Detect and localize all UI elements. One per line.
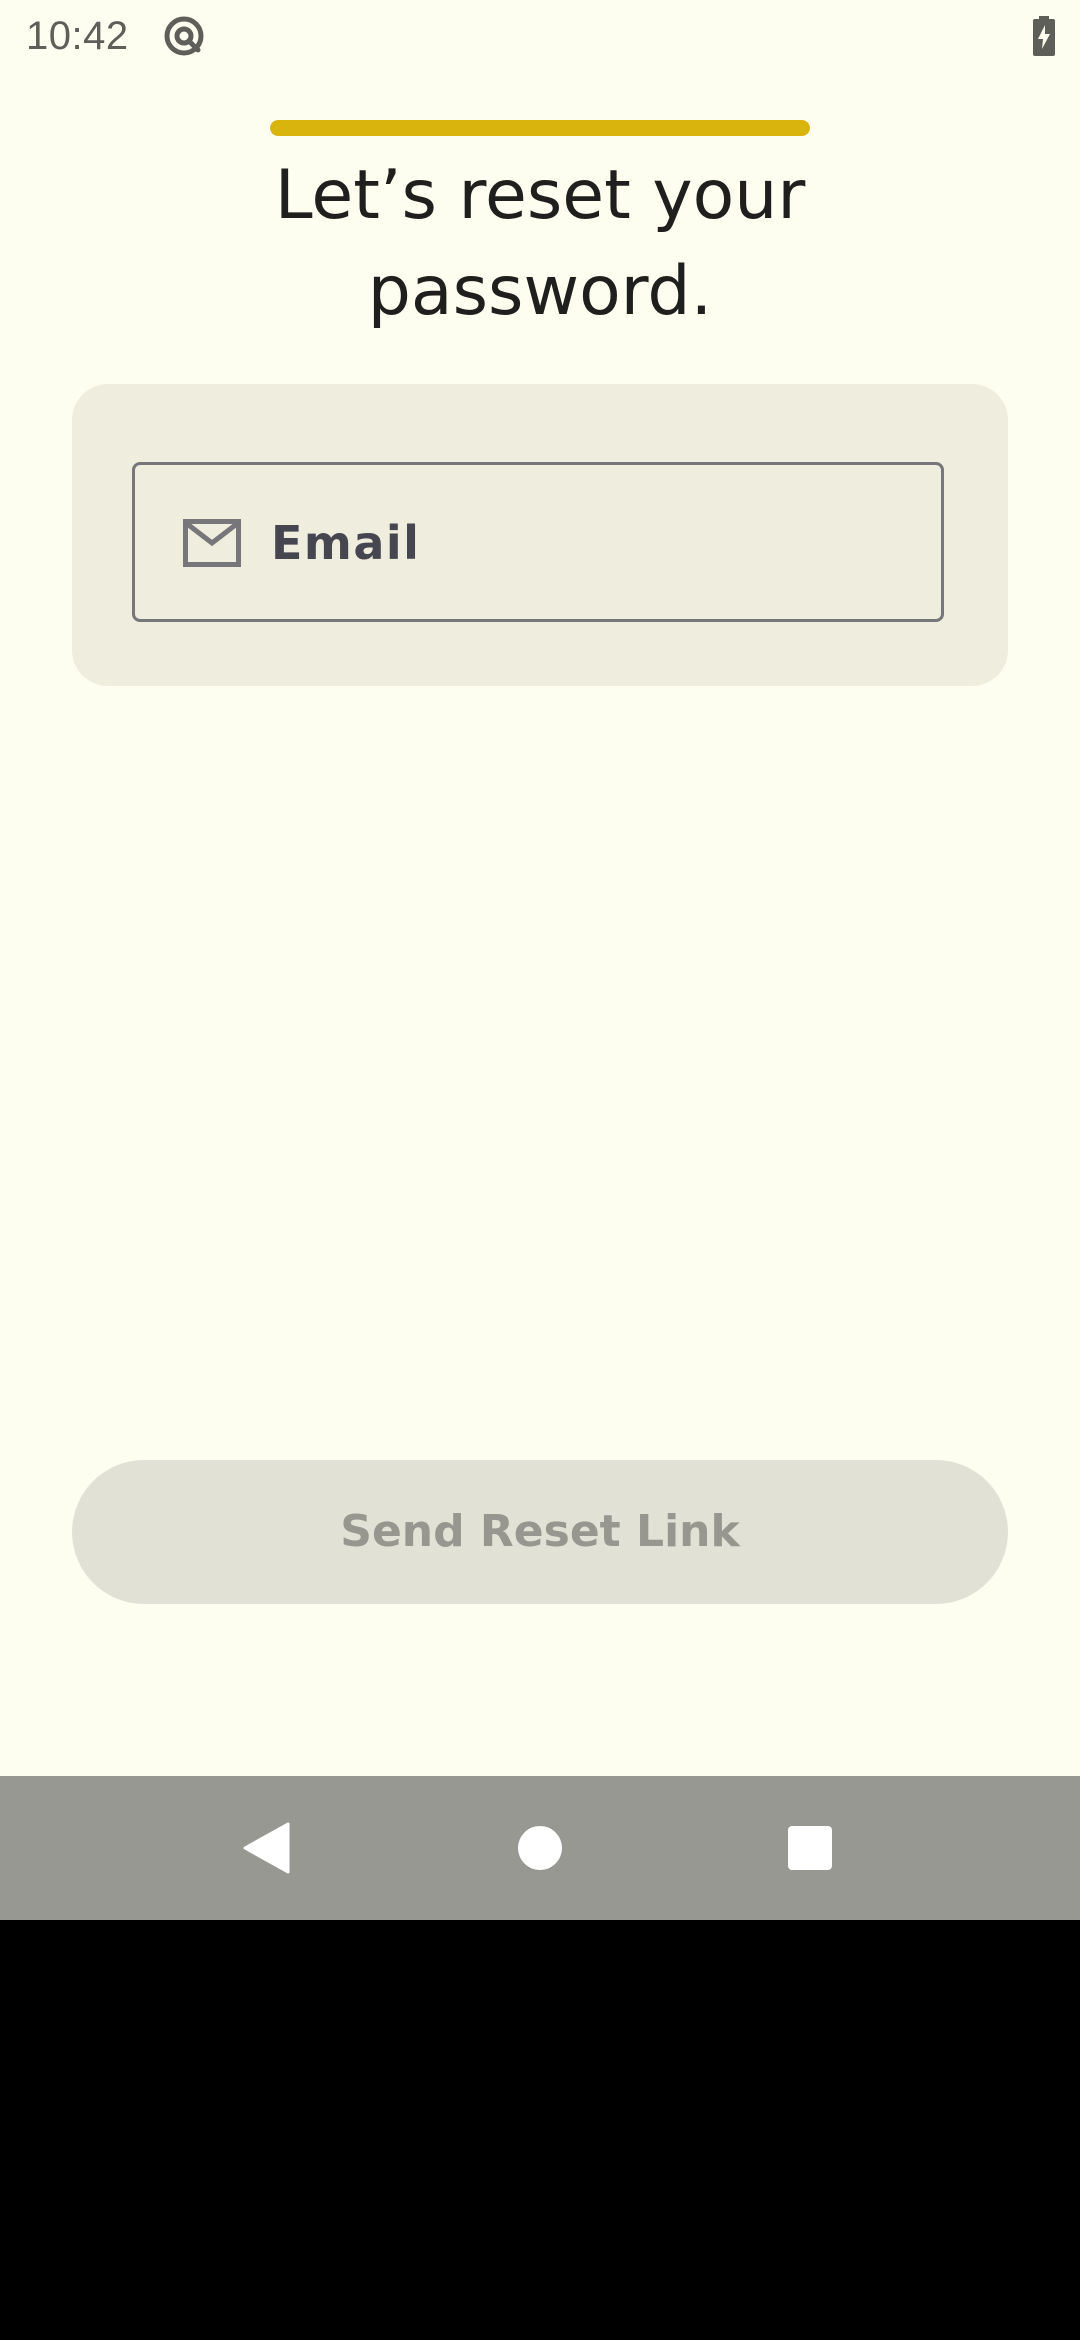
status-bar: 10:42 xyxy=(0,0,1080,72)
email-card: Email xyxy=(72,384,1008,686)
navigation-bar xyxy=(0,1776,1080,1920)
progress-bar xyxy=(270,120,810,136)
home-circle-icon[interactable] xyxy=(518,1826,562,1870)
progress-fill xyxy=(270,120,810,136)
mail-icon xyxy=(183,519,241,567)
battery-charging-icon xyxy=(1032,16,1056,56)
recents-square-icon[interactable] xyxy=(788,1826,832,1870)
back-triangle-icon[interactable] xyxy=(242,1822,290,1874)
reset-password-screen: 10:42 Let’s reset your password. Email S… xyxy=(0,0,1080,1776)
email-field-label: Email xyxy=(271,516,421,570)
send-reset-link-button[interactable]: Send Reset Link xyxy=(72,1460,1008,1604)
page-title: Let’s reset your password. xyxy=(274,156,806,331)
at-sign-icon xyxy=(162,14,206,58)
status-time: 10:42 xyxy=(26,14,129,58)
email-field[interactable]: Email xyxy=(132,462,944,622)
